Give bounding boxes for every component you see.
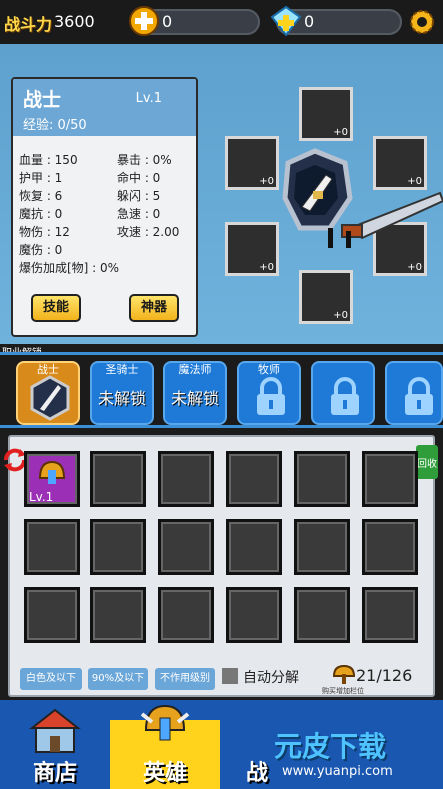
inventory-slot-1[interactable]: Lv.1 — [24, 451, 80, 507]
stat-regen: 恢复 : 6 — [19, 189, 63, 203]
inventory-footer: 白色及以下 90%及以下 不作用级别 自动分解 21/126 购买增加栏位 — [10, 662, 433, 695]
stat-card-header: 战士 Lv.1 经验: 0/50 — [13, 79, 196, 136]
gear-icon[interactable] — [407, 7, 437, 37]
watermark-url: www.yuanpi.com — [282, 764, 393, 779]
inventory-slot-18[interactable] — [362, 587, 418, 643]
inventory-slot-9[interactable] — [158, 519, 214, 575]
class-strip: 战士 圣骑士 未解锁 魔法师 未解锁 牧师 — [0, 352, 443, 428]
inventory-slot-5[interactable] — [294, 451, 350, 507]
equip-slot-left-top[interactable]: +0 — [225, 136, 279, 190]
lock-icon — [331, 377, 359, 415]
equip-slot-feet[interactable]: +0 — [299, 270, 353, 324]
class-tile-locked-5[interactable] — [311, 361, 375, 425]
auto-decompose-checkbox[interactable] — [222, 668, 238, 684]
gold-value: 0 — [162, 12, 173, 31]
stat-hp: 血量 : 150 — [19, 153, 78, 167]
stat-dodge: 躲闪 : 5 — [117, 189, 161, 203]
filter-90-button[interactable]: 90%及以下 — [88, 668, 148, 690]
inventory-slot-14[interactable] — [90, 587, 146, 643]
bag-capacity-hint: 购买增加栏位 — [322, 687, 364, 695]
inventory-slot-17[interactable] — [294, 587, 350, 643]
class-tile-warrior[interactable]: 战士 — [16, 361, 80, 425]
inventory-slot-8[interactable] — [90, 519, 146, 575]
stat-crit-dmg: 爆伤加成[物] : 0% — [19, 261, 120, 275]
equip-slot-head[interactable]: +0 — [299, 87, 353, 141]
inventory-slot-2[interactable] — [90, 451, 146, 507]
inventory-slot-3[interactable] — [158, 451, 214, 507]
lock-icon — [257, 377, 285, 415]
inventory-slot-4[interactable] — [226, 451, 282, 507]
hero-exp: 经验: 0/50 — [23, 118, 87, 133]
recycle-button[interactable]: 回收 — [416, 445, 438, 479]
stat-patk: 物伤 : 12 — [19, 225, 70, 239]
class-tile-locked-6[interactable] — [385, 361, 443, 425]
inventory-panel: 回收 Lv.1 白色及以下 90%及以下 不作用级别 自动分解 21/126 购… — [4, 435, 438, 697]
equip-slot-left-bottom[interactable]: +0 — [225, 222, 279, 276]
inventory-slot-7[interactable] — [24, 519, 80, 575]
stat-mres: 魔抗 : 0 — [19, 207, 63, 221]
gem-plus-icon[interactable] — [270, 5, 302, 37]
lock-icon — [405, 377, 433, 415]
nav-hero[interactable]: 英雄 — [110, 704, 220, 789]
skill-button[interactable]: 技能 — [31, 294, 81, 322]
gem-value: 0 — [304, 12, 315, 31]
bag-capacity: 21/126 — [356, 666, 413, 685]
stat-aspd: 攻速 : 2.00 — [117, 225, 180, 239]
shop-icon — [29, 708, 81, 753]
class-tile-mage[interactable]: 魔法师 未解锁 — [163, 361, 227, 425]
artifact-button[interactable]: 神器 — [129, 294, 179, 322]
class-tile-paladin[interactable]: 圣骑士 未解锁 — [90, 361, 154, 425]
stat-matk: 魔伤 : 0 — [19, 243, 63, 257]
inventory-slot-11[interactable] — [294, 519, 350, 575]
stat-crit: 暴击 : 0% — [117, 153, 172, 167]
bag-expand-icon[interactable] — [332, 664, 356, 686]
filter-level-button[interactable]: 不作用级别 — [155, 668, 215, 690]
warrior-class-icon — [30, 375, 70, 421]
hero-stat-card: 战士 Lv.1 经验: 0/50 血量 : 150 暴击 : 0% 护甲 : 1… — [11, 77, 198, 337]
nav-shop[interactable]: 商店 — [0, 708, 110, 789]
inventory-slot-10[interactable] — [226, 519, 282, 575]
stat-armor: 护甲 : 1 — [19, 171, 63, 185]
hero-helmet-icon — [140, 704, 190, 741]
power-value: 3600 — [54, 12, 95, 31]
auto-decompose-label: 自动分解 — [243, 670, 299, 686]
class-tile-priest[interactable]: 牧师 — [237, 361, 301, 425]
watermark-text: 元皮下载 — [274, 730, 387, 763]
warrior-emblem-icon — [282, 148, 443, 248]
inventory-slot-6[interactable] — [362, 451, 418, 507]
top-bar: 战斗力 3600 0 0 — [0, 0, 443, 44]
filter-white-button[interactable]: 白色及以下 — [20, 668, 82, 690]
power-label: 战斗力 — [4, 15, 53, 34]
inventory-slot-15[interactable] — [158, 587, 214, 643]
gold-plus-icon[interactable] — [128, 5, 160, 37]
helmet-item-icon — [38, 460, 66, 484]
inventory-slot-12[interactable] — [362, 519, 418, 575]
inventory-slot-16[interactable] — [226, 587, 282, 643]
hero-class-name: 战士 — [23, 89, 62, 111]
inventory-slot-13[interactable] — [24, 587, 80, 643]
hero-level: Lv.1 — [135, 91, 162, 106]
stat-hit: 命中 : 0 — [117, 171, 161, 185]
stat-haste: 急速 : 0 — [117, 207, 161, 221]
